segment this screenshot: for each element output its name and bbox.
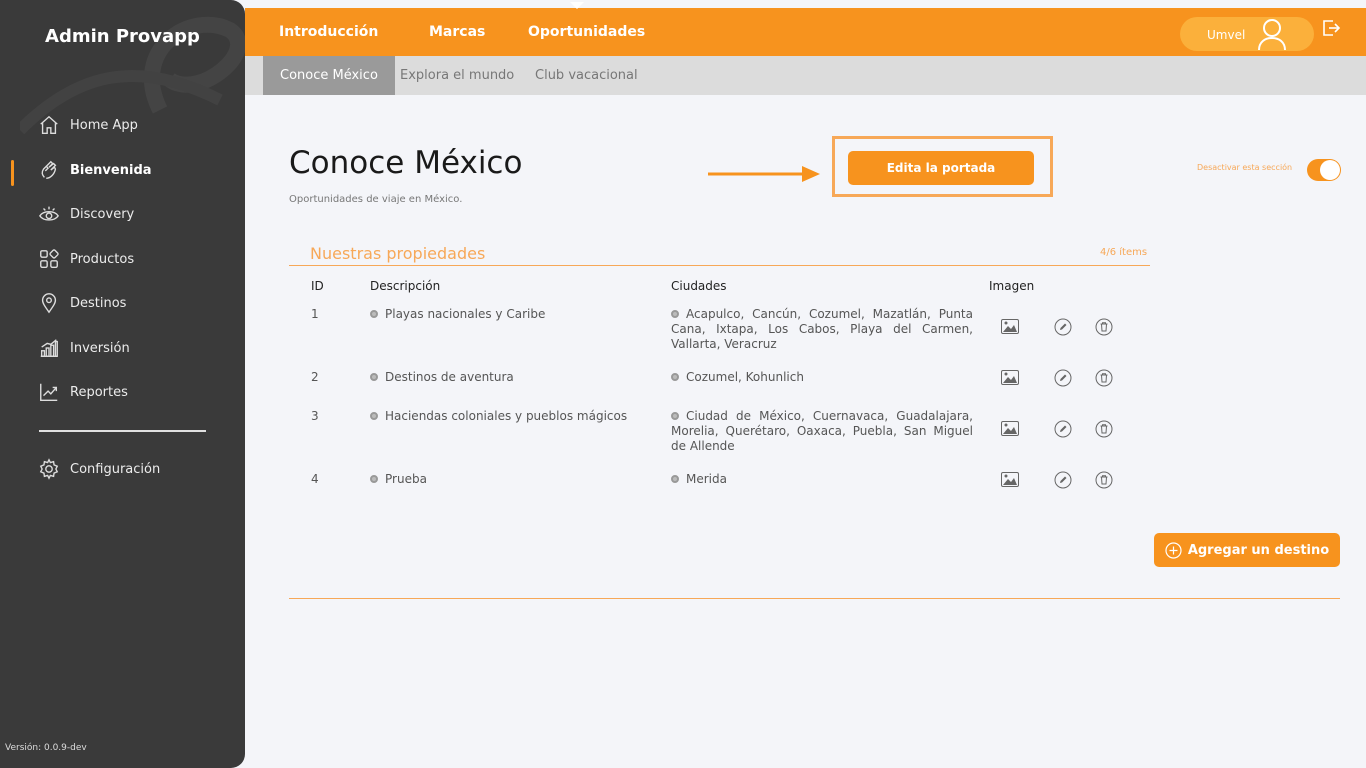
sidebar-item-inversion[interactable]: Inversión: [38, 335, 130, 361]
sidebar-item-home-app[interactable]: Home App: [38, 112, 138, 138]
sidebar-item-discovery[interactable]: Discovery: [38, 201, 134, 227]
sidebar-item-destinos[interactable]: Destinos: [38, 290, 126, 316]
row-id: 3: [311, 409, 319, 423]
add-destination-label: Agregar un destino: [1187, 542, 1330, 558]
row-cities: Acapulco, Cancún, Cozumel, Mazatlán, Pun…: [671, 307, 973, 351]
arrow-right-icon: [708, 166, 820, 182]
wave-hand-icon: [41, 160, 57, 179]
sidebar-item-label: Inversión: [70, 340, 130, 356]
row-description: Prueba: [370, 472, 427, 486]
sidebar-divider: [39, 430, 206, 432]
section-divider: [289, 265, 1150, 266]
items-count: 4/6 ítems: [1100, 247, 1148, 258]
column-header-descripcion: Descripción: [370, 279, 441, 293]
row-description: Destinos de aventura: [370, 370, 514, 384]
section-title: Nuestras propiedades: [310, 244, 486, 263]
grid-icon: [40, 249, 59, 268]
location-pin-icon: [41, 293, 57, 314]
eye-icon: [39, 206, 59, 221]
row-description: Playas nacionales y Caribe: [370, 307, 545, 321]
sub-nav: Conoce México Explora el mundo Club vaca…: [245, 56, 1366, 95]
column-header-imagen: Imagen: [989, 279, 1035, 293]
active-item-marker: [11, 160, 14, 186]
active-tab-caret: [570, 2, 584, 9]
app-title: Admin Provapp: [45, 26, 200, 47]
edit-cover-button[interactable]: Edita la portada: [848, 151, 1034, 185]
row-description: Haciendas coloniales y pueblos mágicos: [370, 409, 627, 423]
bullet-icon: [671, 310, 679, 318]
add-destination-button[interactable]: Agregar un destino: [1154, 533, 1340, 567]
sidebar-item-reportes[interactable]: Reportes: [38, 379, 128, 405]
edit-pencil-icon[interactable]: [1054, 369, 1072, 387]
subtab-club-vacacional[interactable]: Club vacacional: [535, 56, 638, 95]
image-icon[interactable]: [1001, 370, 1019, 385]
trash-icon[interactable]: [1095, 318, 1113, 336]
sidebar-item-label: Productos: [70, 251, 135, 267]
image-icon[interactable]: [1001, 472, 1019, 487]
page-title: Conoce México: [289, 145, 523, 181]
bottom-divider: [289, 598, 1340, 599]
top-nav: Introducción Marcas Oportunidades Umvel: [245, 2, 1366, 56]
row-id: 1: [311, 307, 319, 321]
tab-introduccion[interactable]: Introducción: [279, 24, 378, 40]
user-name: Umvel: [1207, 28, 1246, 42]
edit-pencil-icon[interactable]: [1054, 471, 1072, 489]
row-id: 4: [311, 472, 319, 486]
plus-circle-icon: [1165, 541, 1182, 559]
bullet-icon: [671, 412, 679, 420]
user-menu-button[interactable]: Umvel: [1180, 17, 1314, 51]
logout-icon[interactable]: [1321, 18, 1341, 38]
subtab-explora-el-mundo[interactable]: Explora el mundo: [400, 56, 514, 95]
tab-marcas[interactable]: Marcas: [429, 24, 485, 40]
bullet-icon: [370, 373, 378, 381]
tab-oportunidades[interactable]: Oportunidades: [528, 24, 645, 40]
user-icon: [1258, 19, 1286, 50]
column-header-id: ID: [311, 279, 324, 293]
bullet-icon: [671, 373, 679, 381]
home-icon: [40, 115, 58, 134]
bullet-icon: [370, 475, 378, 483]
sidebar: Admin Provapp Home App Bienvenida Discov…: [0, 0, 245, 768]
sidebar-item-label: Destinos: [70, 295, 127, 311]
image-icon[interactable]: [1001, 319, 1019, 334]
trash-icon[interactable]: [1095, 369, 1113, 387]
bullet-icon: [671, 475, 679, 483]
row-cities: Cozumel, Kohunlich: [671, 370, 973, 385]
sidebar-item-label: Discovery: [70, 206, 135, 222]
sidebar-item-label: Bienvenida: [70, 162, 152, 178]
bullet-icon: [370, 412, 378, 420]
bar-chart-icon: [40, 339, 58, 357]
image-icon[interactable]: [1001, 421, 1019, 436]
sidebar-item-productos[interactable]: Productos: [38, 246, 134, 272]
subtab-conoce-mexico[interactable]: Conoce México: [263, 56, 395, 95]
section-toggle[interactable]: [1307, 159, 1341, 181]
row-cities: Merida: [671, 472, 973, 487]
edit-pencil-icon[interactable]: [1054, 318, 1072, 336]
trash-icon[interactable]: [1095, 471, 1113, 489]
sidebar-item-label: Reportes: [70, 384, 128, 400]
toggle-label: Desactivar esta sección: [1197, 163, 1293, 172]
row-id: 2: [311, 370, 319, 384]
version-label: Versión: 0.0.9-dev: [5, 743, 87, 753]
toggle-knob: [1320, 160, 1340, 180]
sidebar-item-label: Configuración: [70, 461, 161, 477]
bullet-icon: [370, 310, 378, 318]
row-cities: Ciudad de México, Cuernavaca, Guadalajar…: [671, 409, 973, 453]
column-header-ciudades: Ciudades: [671, 279, 727, 293]
trash-icon[interactable]: [1095, 420, 1113, 438]
gear-icon: [39, 458, 59, 480]
line-chart-icon: [40, 383, 58, 401]
sidebar-item-label: Home App: [70, 117, 138, 133]
edit-pencil-icon[interactable]: [1054, 420, 1072, 438]
sidebar-item-configuracion[interactable]: Configuración: [38, 456, 160, 482]
sidebar-item-bienvenida[interactable]: Bienvenida: [38, 157, 152, 183]
page-subtitle: Oportunidades de viaje en México.: [289, 194, 463, 205]
